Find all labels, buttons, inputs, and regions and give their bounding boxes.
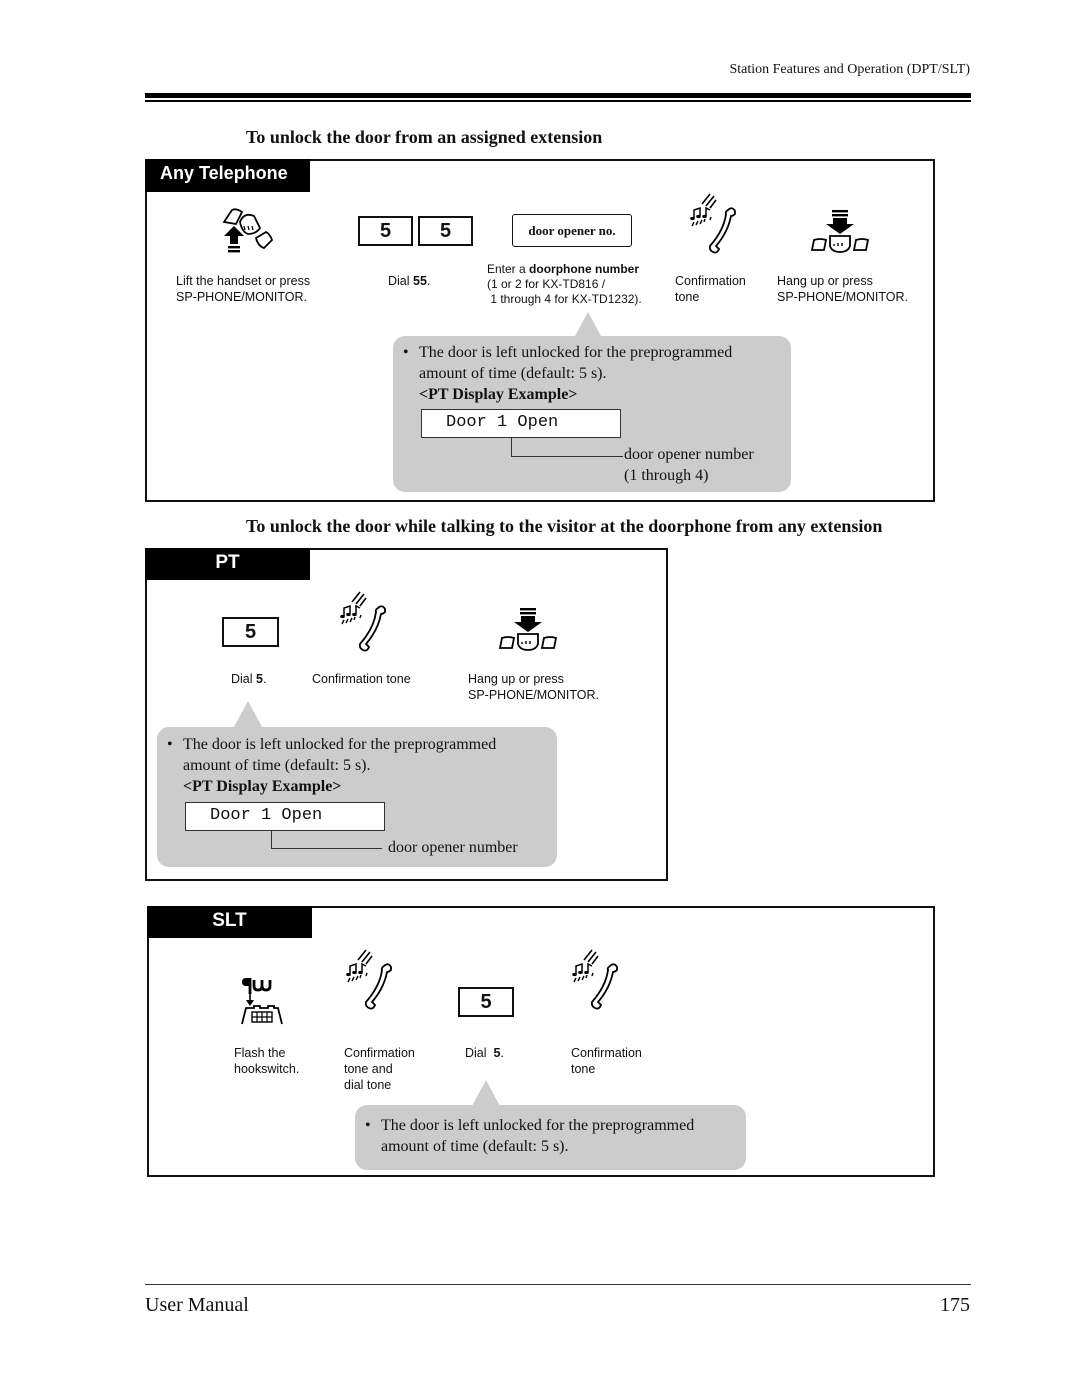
bullet-glyph: • xyxy=(365,1117,371,1134)
caption-line: Enter a doorphone number xyxy=(487,262,642,277)
flash-hookswitch-icon xyxy=(240,976,284,1026)
caption-bold: 55 xyxy=(413,274,427,288)
caption-line: SP-PHONE/MONITOR. xyxy=(468,688,600,702)
footer-rule xyxy=(145,1284,971,1285)
callout-text: (1 through 4) xyxy=(624,467,709,484)
step-caption-dial-5: Dial 5. xyxy=(465,1045,504,1061)
note-text: amount of time (default: 5 s). xyxy=(419,365,607,382)
caption-line: tone and xyxy=(344,1062,393,1076)
dial-key-5: 5 xyxy=(418,216,473,246)
caption-line: 1 through 4 for KX-TD1232). xyxy=(487,292,642,306)
hang-up-icon xyxy=(499,607,557,651)
caption-line: Flash the xyxy=(234,1046,286,1060)
note-pointer xyxy=(234,701,262,727)
pt-display-example: Door 1 Open xyxy=(185,802,385,831)
running-header: Station Features and Operation (DPT/SLT) xyxy=(729,62,970,77)
door-opener-entry-box: door opener no. xyxy=(512,214,632,247)
caption-line: tone xyxy=(675,290,700,304)
hang-up-icon xyxy=(811,209,869,253)
caption-line: hookswitch. xyxy=(234,1062,300,1076)
lift-handset-icon xyxy=(223,208,273,254)
step-caption-dial-55: Dial 55. xyxy=(388,273,430,289)
caption-text: . xyxy=(500,1046,504,1060)
caption-text: Dial xyxy=(465,1046,494,1060)
step-caption-confirmation-tone: Confirmation tone xyxy=(571,1045,642,1077)
note-text: amount of time (default: 5 s). xyxy=(381,1138,569,1155)
display-example-heading: <PT Display Example> xyxy=(419,386,578,403)
callout-line xyxy=(511,456,623,457)
step-caption-dial-5: Dial 5. xyxy=(231,671,266,687)
caption-bold: doorphone number xyxy=(529,262,640,276)
note-pointer xyxy=(574,312,602,338)
confirmation-tone-icon xyxy=(689,193,736,254)
callout-text: door opener number xyxy=(624,446,754,463)
caption-line: Confirmation xyxy=(344,1046,415,1060)
note-pointer xyxy=(472,1080,500,1106)
panel-label-pt: PT xyxy=(145,548,310,580)
panel-label-any-telephone: Any Telephone xyxy=(145,159,310,192)
caption-line: Lift the handset or press xyxy=(176,274,311,288)
confirmation-tone-icon xyxy=(571,949,618,1010)
bullet-glyph: • xyxy=(403,344,409,361)
caption-text: Dial xyxy=(388,274,414,288)
step-caption-hang-up: Hang up or press SP-PHONE/MONITOR. xyxy=(777,273,908,305)
caption-text: . xyxy=(262,672,267,686)
panel-label-slt: SLT xyxy=(147,906,312,938)
note-bullet-row: • The door is left unlocked for the prep… xyxy=(167,734,547,755)
bullet-glyph: • xyxy=(167,736,173,753)
callout-line xyxy=(271,831,272,849)
note-text: The door is left unlocked for the prepro… xyxy=(419,344,733,361)
section-title-assigned-extension: To unlock the door from an assigned exte… xyxy=(246,127,603,147)
caption-bold: 5 xyxy=(256,672,263,686)
note-callout-section3: • The door is left unlocked for the prep… xyxy=(355,1105,746,1170)
header-rule-thin xyxy=(145,100,971,102)
step-caption-lift: Lift the handset or press SP-PHONE/MONIT… xyxy=(176,273,310,305)
caption-line: (1 or 2 for KX-TD816 / xyxy=(487,277,606,291)
note-text: The door is left unlocked for the prepro… xyxy=(381,1117,695,1134)
note-bullet-row: • The door is left unlocked for the prep… xyxy=(365,1115,736,1136)
callout-line xyxy=(271,848,382,849)
caption-text: Dial xyxy=(231,672,257,686)
caption-text: . xyxy=(426,274,431,288)
step-caption-confirmation-tone: Confirmation tone xyxy=(312,672,411,686)
caption-line: Hang up or press xyxy=(777,274,873,288)
confirmation-tone-icon xyxy=(339,591,386,652)
section-title-talking-visitor: To unlock the door while talking to the … xyxy=(246,516,883,536)
dial-key-5: 5 xyxy=(222,617,279,647)
confirmation-tone-icon xyxy=(345,949,392,1010)
note-bullet-row: • The door is left unlocked for the prep… xyxy=(403,342,781,363)
step-caption-confirmation-dial-tone: Confirmation tone and dial tone xyxy=(344,1045,415,1093)
footer-manual-title: User Manual xyxy=(145,1294,249,1316)
caption-line: Hang up or press xyxy=(468,672,564,686)
dial-key-5: 5 xyxy=(358,216,413,246)
caption-text: Enter a xyxy=(487,262,530,276)
callout-line xyxy=(511,438,512,457)
caption-line: Confirmation xyxy=(675,274,746,288)
display-example-heading: <PT Display Example> xyxy=(183,778,342,795)
step-caption-confirmation-tone: Confirmation tone xyxy=(675,273,746,305)
dial-key-5: 5 xyxy=(458,987,514,1017)
step-caption-hang-up: Hang up or press SP-PHONE/MONITOR. xyxy=(468,671,599,703)
header-rule xyxy=(145,93,971,98)
caption-line: Confirmation xyxy=(571,1046,642,1060)
pt-display-example: Door 1 Open xyxy=(421,409,621,438)
callout-door-opener-number: door opener number xyxy=(388,839,518,856)
note-text: amount of time (default: 5 s). xyxy=(183,757,371,774)
step-caption-flash: Flash the hookswitch. xyxy=(234,1045,299,1077)
caption-line: SP-PHONE/MONITOR. xyxy=(176,290,308,304)
callout-door-opener-number: door opener number (1 through 4) xyxy=(624,444,754,486)
caption-line: tone xyxy=(571,1062,596,1076)
step-caption-doorphone-number: Enter a doorphone number (1 or 2 for KX-… xyxy=(487,262,642,307)
page-number: 175 xyxy=(940,1294,970,1316)
caption-line: SP-PHONE/MONITOR. xyxy=(777,290,909,304)
note-text: The door is left unlocked for the prepro… xyxy=(183,736,497,753)
caption-line: dial tone xyxy=(344,1078,392,1092)
